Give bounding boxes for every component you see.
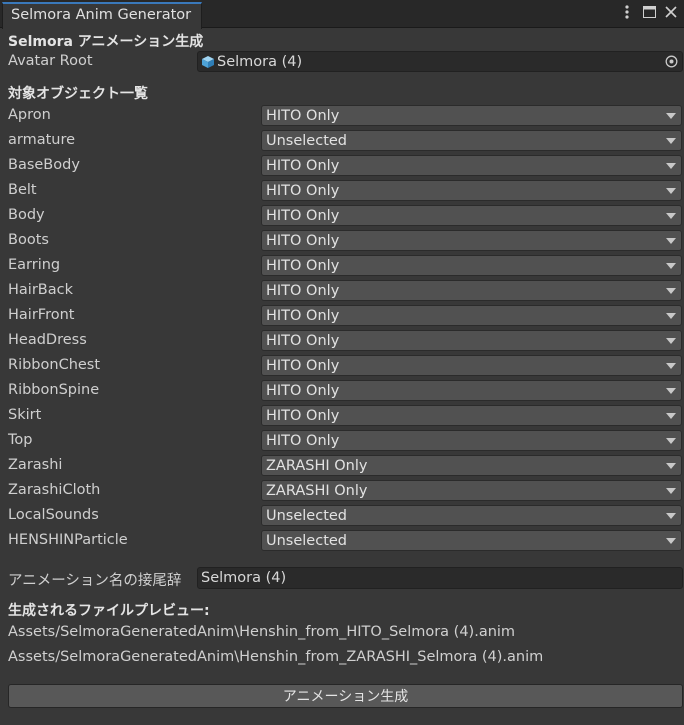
object-label: Top — [8, 432, 33, 448]
dropdown-value: HITO Only — [266, 257, 340, 274]
object-label: Boots — [8, 232, 49, 248]
avatar-root-field[interactable]: Selmora (4) — [197, 51, 683, 72]
dropdown-arrow-icon — [666, 113, 676, 119]
object-mode-dropdown[interactable]: HITO Only — [261, 230, 682, 251]
dropdown-value: HITO Only — [266, 207, 340, 224]
dropdown-arrow-icon — [666, 413, 676, 419]
dropdown-value: HITO Only — [266, 282, 340, 299]
object-mode-dropdown[interactable]: HITO Only — [261, 155, 682, 176]
avatar-root-label: Avatar Root — [8, 53, 93, 69]
dropdown-value: ZARASHI Only — [266, 457, 368, 474]
object-mode-dropdown[interactable]: HITO Only — [261, 430, 682, 451]
close-icon[interactable] — [664, 4, 678, 20]
object-label: HENSHINParticle — [8, 532, 128, 548]
object-label: Skirt — [8, 407, 42, 423]
window-tab-title: Selmora Anim Generator — [11, 7, 192, 23]
dropdown-arrow-icon — [666, 388, 676, 394]
more-vert-icon[interactable] — [620, 4, 634, 20]
object-label: HairFront — [8, 307, 75, 323]
dropdown-value: HITO Only — [266, 432, 340, 449]
dropdown-arrow-icon — [666, 513, 676, 519]
preview-heading: 生成されるファイルプレビュー: — [8, 603, 210, 619]
dropdown-value: HITO Only — [266, 357, 340, 374]
suffix-input[interactable]: Selmora (4) — [197, 567, 683, 589]
object-mode-dropdown[interactable]: Unselected — [261, 130, 682, 151]
object-label: BaseBody — [8, 157, 80, 173]
object-label: LocalSounds — [8, 507, 99, 523]
object-mode-dropdown[interactable]: HITO Only — [261, 180, 682, 201]
object-label: RibbonChest — [8, 357, 101, 373]
object-mode-dropdown[interactable]: HITO Only — [261, 405, 682, 426]
dropdown-arrow-icon — [666, 138, 676, 144]
object-label: Zarashi — [8, 457, 63, 473]
object-label: Apron — [8, 107, 51, 123]
object-label: ZarashiCloth — [8, 482, 101, 498]
suffix-label: アニメーション名の接尾辞 — [8, 573, 182, 589]
object-mode-dropdown[interactable]: HITO Only — [261, 355, 682, 376]
object-mode-dropdown[interactable]: Unselected — [261, 505, 682, 526]
window-controls — [620, 4, 678, 20]
object-label: RibbonSpine — [8, 382, 100, 398]
preview-file: Assets/SelmoraGeneratedAnim\Henshin_from… — [8, 624, 516, 640]
object-label: Body — [8, 207, 45, 223]
object-label: Earring — [8, 257, 61, 273]
object-label: Belt — [8, 182, 37, 198]
dropdown-arrow-icon — [666, 538, 676, 544]
dropdown-arrow-icon — [666, 213, 676, 219]
dropdown-arrow-icon — [666, 463, 676, 469]
dropdown-arrow-icon — [666, 488, 676, 494]
dropdown-arrow-icon — [666, 263, 676, 269]
dropdown-value: HITO Only — [266, 332, 340, 349]
avatar-root-value: Selmora (4) — [217, 53, 303, 70]
window-titlebar: Selmora Anim Generator — [0, 0, 684, 29]
object-mode-dropdown[interactable]: HITO Only — [261, 205, 682, 226]
dropdown-arrow-icon — [666, 338, 676, 344]
generate-button-label: アニメーション生成 — [282, 689, 409, 705]
object-mode-dropdown[interactable]: ZARASHI Only — [261, 480, 682, 501]
suffix-value: Selmora (4) — [201, 570, 287, 586]
dropdown-arrow-icon — [666, 163, 676, 169]
objects-heading: 対象オブジェクト一覧 — [8, 86, 148, 102]
dropdown-value: HITO Only — [266, 232, 340, 249]
dropdown-value: HITO Only — [266, 157, 340, 174]
dropdown-value: Unselected — [266, 507, 348, 524]
dropdown-value: HITO Only — [266, 107, 340, 124]
object-label: armature — [8, 132, 76, 148]
dropdown-arrow-icon — [666, 188, 676, 194]
dropdown-value: HITO Only — [266, 382, 340, 399]
dropdown-value: HITO Only — [266, 407, 340, 424]
dropdown-value: Unselected — [266, 132, 348, 149]
object-mode-dropdown[interactable]: HITO Only — [261, 255, 682, 276]
object-mode-dropdown[interactable]: HITO Only — [261, 280, 682, 301]
object-picker-icon[interactable] — [665, 55, 678, 68]
dropdown-value: HITO Only — [266, 182, 340, 199]
preview-file: Assets/SelmoraGeneratedAnim\Henshin_from… — [8, 649, 544, 665]
object-mode-dropdown[interactable]: HITO Only — [261, 380, 682, 401]
dropdown-value: ZARASHI Only — [266, 482, 368, 499]
object-mode-dropdown[interactable]: HITO Only — [261, 305, 682, 326]
dropdown-arrow-icon — [666, 238, 676, 244]
generate-animation-button[interactable]: アニメーション生成 — [8, 684, 683, 708]
dropdown-value: Unselected — [266, 532, 348, 549]
dropdown-arrow-icon — [666, 288, 676, 294]
dropdown-arrow-icon — [666, 313, 676, 319]
window-tab[interactable]: Selmora Anim Generator — [2, 2, 202, 29]
dropdown-value: HITO Only — [266, 307, 340, 324]
object-mode-dropdown[interactable]: Unselected — [261, 530, 682, 551]
maximize-icon[interactable] — [642, 4, 656, 20]
page-title: Selmora アニメーション生成 — [8, 34, 204, 50]
object-mode-dropdown[interactable]: ZARASHI Only — [261, 455, 682, 476]
object-mode-dropdown[interactable]: HITO Only — [261, 105, 682, 126]
object-label: HairBack — [8, 282, 73, 298]
object-label: HeadDress — [8, 332, 87, 348]
dropdown-arrow-icon — [666, 438, 676, 444]
gameobject-cube-icon — [202, 55, 214, 68]
object-mode-dropdown[interactable]: HITO Only — [261, 330, 682, 351]
dropdown-arrow-icon — [666, 363, 676, 369]
